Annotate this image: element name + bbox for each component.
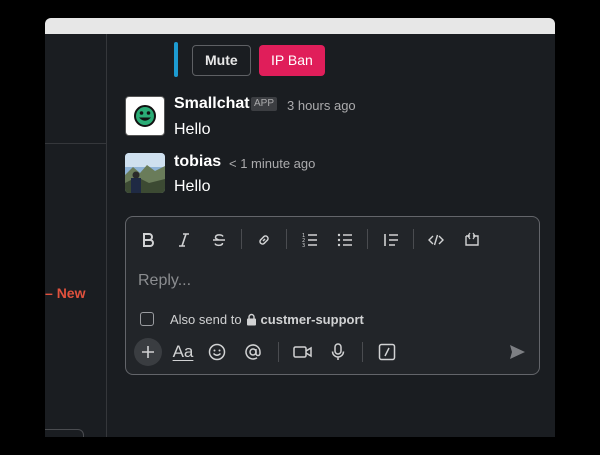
lock-icon [246, 313, 256, 325]
title-bar [45, 18, 555, 34]
microphone-icon[interactable] [328, 337, 348, 367]
message-timestamp[interactable]: 3 hours ago [287, 98, 356, 113]
ip-ban-button[interactable]: IP Ban [259, 45, 325, 76]
slash-command-icon[interactable] [376, 337, 398, 367]
blockquote-icon[interactable] [379, 228, 403, 252]
ordered-list-icon[interactable]: 123 [298, 228, 322, 252]
toolbar-divider [286, 229, 287, 249]
toolbar-divider [367, 229, 368, 249]
app-badge: APP [251, 97, 278, 111]
text-format-icon[interactable]: Aa [170, 337, 196, 367]
bulleted-list-icon[interactable] [333, 228, 357, 252]
plus-icon[interactable] [134, 338, 162, 366]
text-format-label: Aa [172, 342, 194, 361]
italic-icon[interactable] [172, 228, 196, 252]
toolbar-divider [278, 342, 279, 362]
mute-button[interactable]: Mute [192, 45, 251, 76]
reply-composer: 123 Also send to custmer-support [125, 216, 540, 375]
left-panel-input[interactable] [45, 429, 84, 437]
message-timestamp[interactable]: < 1 minute ago [229, 156, 315, 171]
tobias-avatar[interactable] [125, 153, 165, 193]
attachment-accent-bar [174, 42, 178, 77]
message-text: Hello [174, 121, 211, 138]
bold-icon[interactable] [136, 228, 160, 252]
message-author[interactable]: Smallchat [174, 95, 250, 113]
svg-text:3: 3 [302, 243, 305, 248]
smallchat-avatar[interactable] [125, 96, 165, 136]
user-photo-avatar [125, 153, 165, 193]
code-icon[interactable] [424, 228, 448, 252]
left-pane: – New [45, 34, 107, 437]
toolbar-divider [413, 229, 414, 249]
app-window: – New Mute IP Ban Smallchat APP 3 hours … [45, 18, 555, 437]
message-text: Hello [174, 178, 211, 195]
also-send-row: Also send to custmer-support [140, 309, 364, 329]
link-icon[interactable] [252, 228, 276, 252]
toolbar-divider [362, 342, 363, 362]
video-icon[interactable] [291, 337, 315, 367]
channel-name[interactable]: custmer-support [261, 312, 364, 327]
strikethrough-icon[interactable] [207, 228, 231, 252]
smiley-logo-icon [134, 105, 156, 127]
also-send-checkbox[interactable] [140, 312, 154, 326]
left-divider [45, 143, 107, 144]
reply-input[interactable] [138, 269, 528, 293]
send-icon[interactable] [506, 337, 528, 367]
also-send-label: Also send to [170, 311, 242, 327]
emoji-icon[interactable] [206, 337, 228, 367]
code-block-icon[interactable] [460, 228, 484, 252]
message-author[interactable]: tobias [174, 153, 221, 171]
toolbar-divider [241, 229, 242, 249]
mention-icon[interactable] [242, 337, 264, 367]
new-messages-marker: – New [45, 285, 86, 301]
